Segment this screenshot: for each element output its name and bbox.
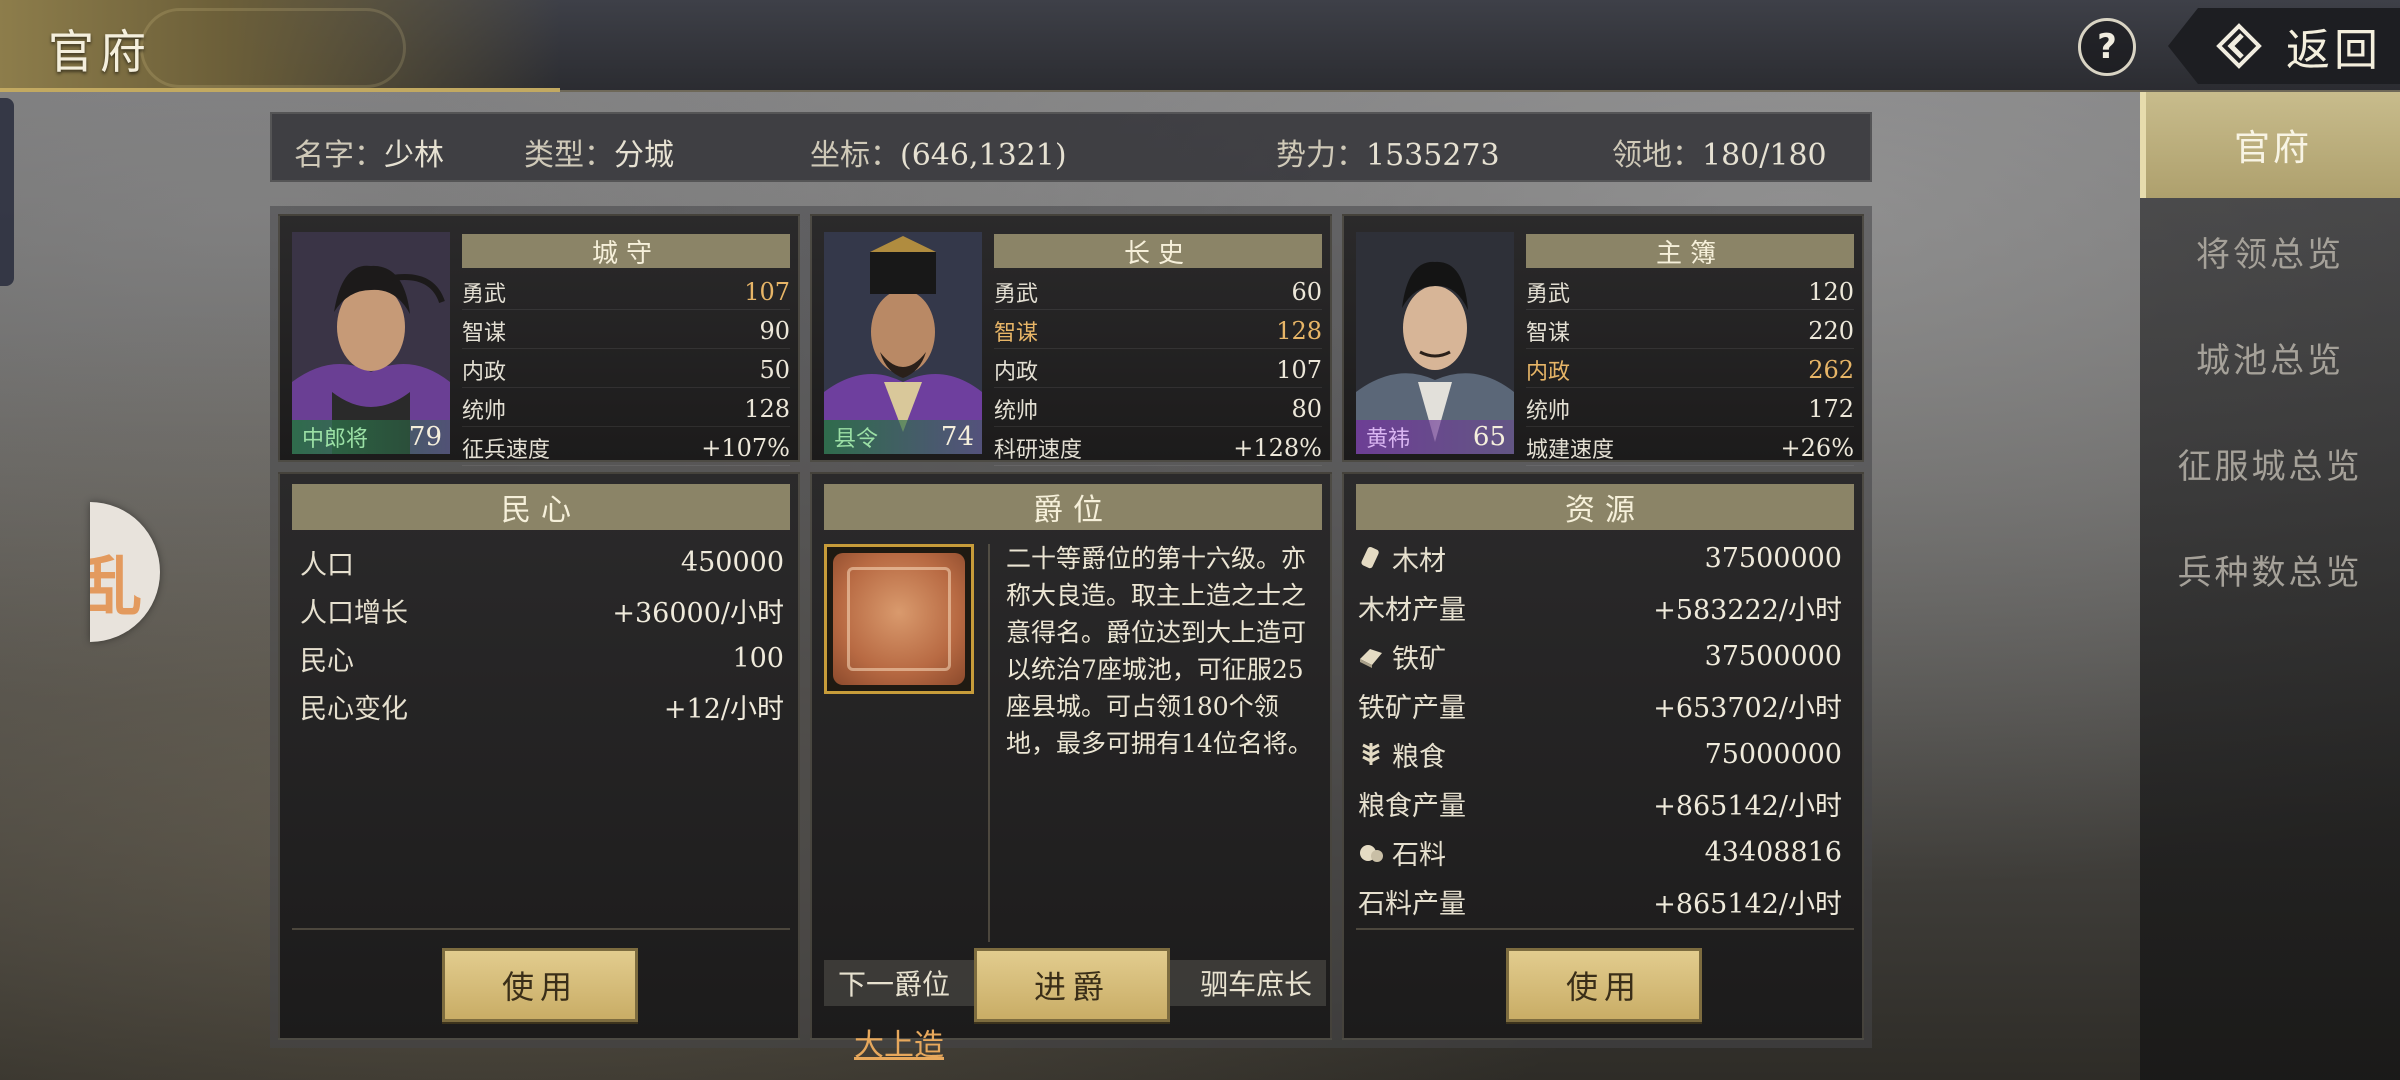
sidebar-item-office[interactable]: 官府 (2140, 92, 2400, 198)
territory-value: 180/180 (1702, 138, 1827, 173)
territory-field: 领地：180/180 (1612, 138, 1827, 173)
officer-portrait[interactable]: 中郎将 79 (292, 232, 450, 454)
promote-rank-button[interactable]: 进爵 (974, 948, 1170, 1022)
stat-row: 统帅 128 (462, 391, 790, 427)
resource-row-wood: 木材 37500000 (1358, 534, 1842, 582)
stat-row: 内政 262 (1526, 352, 1854, 388)
officer-level: 74 (940, 422, 974, 452)
divider (988, 544, 990, 942)
nobility-card: 爵位 大上造 二十等爵位的第十六级。亦称大良造。取主上造之士之意得名。爵位达到大… (810, 472, 1332, 1063)
main-panel: 中郎将 79 城守 勇武 107 智谋 90 内政 50 统帅 128 征兵速度 +107… (270, 206, 1872, 1063)
morale-card: 民心 人口 450000 人口增长 +36000/小时 民心 100 民心变化 +12/… (278, 472, 800, 1040)
city-coord: (646,1321) (900, 138, 1067, 173)
city-name-field: 名字：少林 (294, 138, 444, 173)
power-value: 1535273 (1366, 138, 1500, 173)
stat-row: 智谋 90 (462, 313, 790, 349)
officer-role-title: 城守 (462, 234, 790, 269)
page-title: 官府 (48, 25, 152, 79)
officer-card-governor[interactable]: 中郎将 79 城守 勇武 107 智谋 90 内政 50 统帅 128 征兵速度 +107… (278, 214, 800, 466)
back-arrow-icon (2216, 23, 2262, 69)
officer-card-registrar[interactable]: 黄袆 65 主簿 勇武 120 智谋 220 内政 262 统帅 172 城建速度 +26… (1342, 214, 1864, 466)
stat-row: 科研速度 +128% (994, 430, 1322, 466)
side-event-badge[interactable]: 乱 (90, 502, 160, 642)
stat-row: 智谋 220 (1526, 313, 1854, 349)
nobility-title: 爵位 (824, 484, 1322, 530)
resource-row-wood-output: 木材产量 +583222/小时 (1358, 594, 1842, 626)
back-button[interactable]: 返回 (2168, 8, 2400, 84)
seal-icon (833, 553, 965, 685)
sidebar-item-troop-types[interactable]: 兵种数总览 (2140, 516, 2400, 622)
officer-portrait[interactable]: 县令 74 (824, 232, 982, 454)
morale-row: 民心 100 (300, 642, 784, 677)
resource-row-stone-output: 石料产量 +865142/小时 (1358, 888, 1842, 920)
stat-row: 勇武 107 (462, 274, 790, 310)
rank-strip: 中郎将 79 (292, 420, 450, 454)
top-bar: 官府 ? 返回 (0, 0, 2400, 92)
stat-row: 城建速度 +26% (1526, 430, 1854, 466)
stat-row: 征兵速度 +107% (462, 430, 790, 466)
city-name: 少林 (384, 138, 444, 173)
stat-row: 内政 107 (994, 352, 1322, 388)
resource-row-grain: 粮食 75000000 (1358, 730, 1842, 778)
nobility-rank-name[interactable]: 大上造 (824, 1020, 974, 1064)
nobility-description: 二十等爵位的第十六级。亦称大良造。取主上造之士之意得名。爵位达到大上造可以统治7… (1006, 544, 1313, 758)
resources-use-button[interactable]: 使用 (1506, 948, 1702, 1022)
officer-level: 65 (1472, 422, 1506, 452)
population-growth-row: 人口增长 +36000/小时 (300, 597, 784, 629)
stat-row: 统帅 80 (994, 391, 1322, 427)
help-button[interactable]: ? (2078, 18, 2136, 76)
officer-rank: 黄袆 (1366, 427, 1411, 452)
resource-row-stone: 石料 43408816 (1358, 828, 1842, 876)
population-row: 人口 450000 (300, 546, 784, 581)
morale-title: 民心 (292, 484, 790, 530)
stat-row: 统帅 172 (1526, 391, 1854, 427)
stat-row: 智谋 128 (994, 313, 1322, 349)
stone-icon (1360, 845, 1383, 862)
grain-icon (1362, 743, 1380, 765)
sidebar-item-cities[interactable]: 城池总览 (2140, 304, 2400, 410)
resources-title: 资源 (1356, 484, 1854, 530)
stat-row: 勇武 120 (1526, 274, 1854, 310)
resource-row-iron: 铁矿 37500000 (1358, 632, 1842, 680)
side-event-badge-text: 乱 (90, 550, 142, 625)
stat-row: 内政 50 (462, 352, 790, 388)
city-type-field: 类型：分城 (524, 138, 674, 173)
officer-role-title: 主簿 (1526, 234, 1854, 269)
stat-row: 勇武 60 (994, 274, 1322, 310)
sidebar-item-conquered-cities[interactable]: 征服城总览 (2140, 410, 2400, 516)
next-rank-label: 下一爵位 (838, 968, 951, 1001)
city-type: 分城 (614, 138, 674, 173)
wood-icon (1361, 546, 1379, 569)
next-rank-value: 驷车庶长 (1199, 968, 1312, 1001)
city-info-bar: 名字：少林 类型：分城 坐标：(646,1321) 势力：1535273 领地：… (270, 112, 1872, 182)
power-field: 势力：1535273 (1276, 138, 1500, 173)
morale-change-row: 民心变化 +12/小时 (300, 693, 784, 725)
iron-icon (1360, 649, 1382, 668)
divider (292, 928, 790, 930)
back-label: 返回 (2286, 25, 2382, 76)
sidebar: 官府 将领总览 城池总览 征服城总览 兵种数总览 (2140, 92, 2400, 1080)
officer-rank: 中郎将 (302, 427, 369, 452)
officer-role-title: 长史 (994, 234, 1322, 269)
officer-portrait[interactable]: 黄袆 65 (1356, 232, 1514, 454)
officer-rank: 县令 (834, 427, 879, 452)
divider (1356, 928, 1854, 930)
officer-level: 79 (408, 422, 442, 452)
resource-row-iron-output: 铁矿产量 +653702/小时 (1358, 692, 1842, 724)
left-drawer-handle[interactable] (0, 98, 14, 286)
officer-card-chief-secretary[interactable]: 县令 74 长史 勇武 60 智谋 128 内政 107 统帅 80 科研速度 +128% (810, 214, 1332, 466)
rank-strip: 黄袆 65 (1356, 420, 1514, 454)
city-coord-field: 坐标：(646,1321) (810, 138, 1067, 173)
resource-row-grain-output: 粮食产量 +865142/小时 (1358, 790, 1842, 822)
rank-strip: 县令 74 (824, 420, 982, 454)
sidebar-item-generals[interactable]: 将领总览 (2140, 198, 2400, 304)
morale-use-button[interactable]: 使用 (442, 948, 638, 1022)
resources-card: 资源 木材 37500000 木材产量 +583222/小时 铁矿 375000… (1342, 472, 1864, 1040)
nobility-seal[interactable] (824, 544, 974, 694)
